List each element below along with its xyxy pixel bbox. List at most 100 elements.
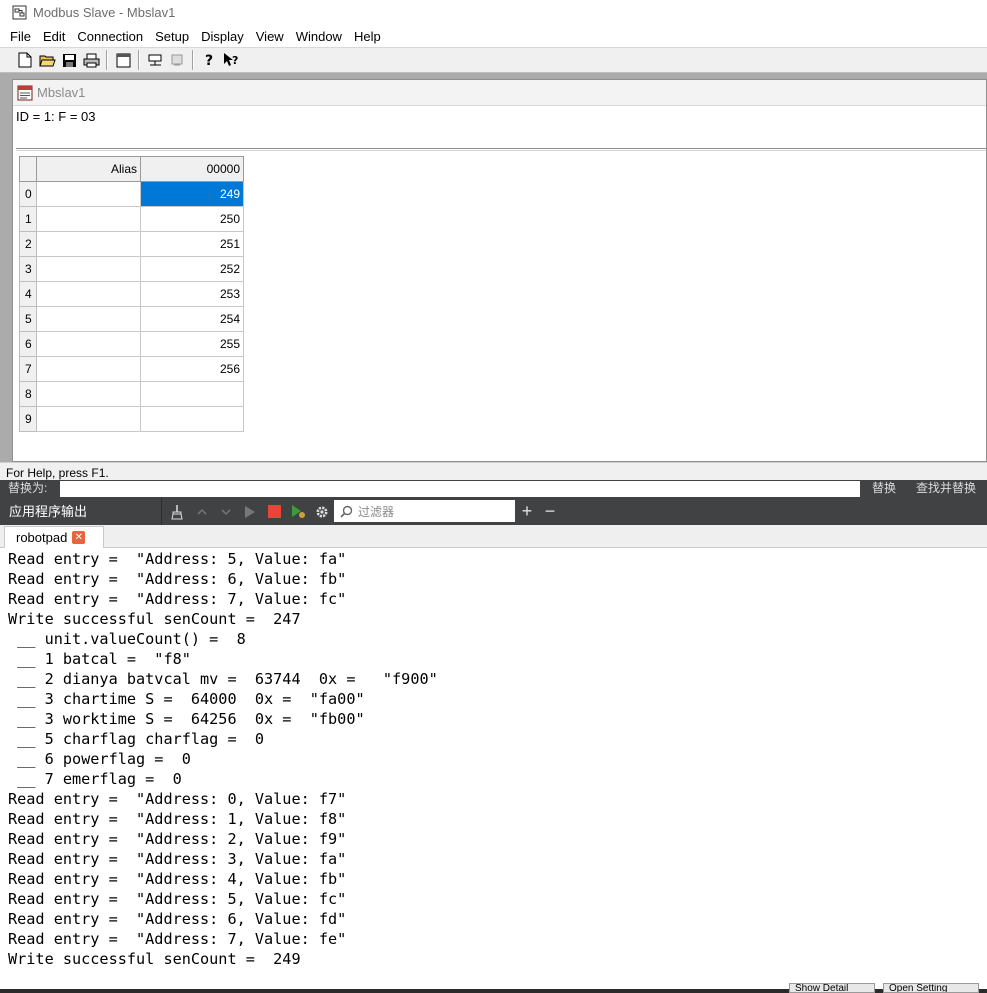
output-line: Read entry = "Address: 6, Value: fd" — [8, 910, 347, 928]
grid-corner[interactable] — [19, 156, 37, 182]
row-header[interactable]: 1 — [19, 206, 37, 232]
attach-debugger-button[interactable] — [286, 500, 310, 524]
output-line: Read entry = "Address: 5, Value: fc" — [8, 890, 347, 908]
print-button[interactable] — [80, 49, 102, 71]
table-row: 8 — [19, 381, 244, 407]
find-and-replace-button[interactable]: 查找并替换 — [916, 480, 976, 496]
address-column-header[interactable]: 00000 — [140, 156, 244, 182]
output-line: Write successful senCount = 247 — [8, 610, 301, 628]
previous-item-button[interactable] — [190, 500, 214, 524]
question-mark-icon: ? — [205, 53, 213, 68]
app-icon — [12, 5, 27, 20]
replace-with-label: 替换为: — [8, 481, 48, 495]
child-title-bar: Mbslav1 — [13, 80, 986, 106]
row-header[interactable]: 4 — [19, 281, 37, 307]
tab-robotpad[interactable]: robotpad ✕ — [4, 526, 104, 548]
output-pane-title: 应用程序输出 — [0, 498, 162, 525]
output-line: Write successful senCount = 249 — [8, 950, 301, 968]
close-icon[interactable]: ✕ — [72, 531, 86, 544]
output-line: Read entry = "Address: 6, Value: fb" — [8, 570, 347, 588]
new-button[interactable] — [14, 49, 36, 71]
mdi-area: Mbslav1 ID = 1: F = 03 Alias 00000 0 249… — [0, 73, 987, 462]
context-help-button[interactable]: ? — [220, 49, 242, 71]
alias-cell[interactable] — [36, 306, 141, 332]
row-header[interactable]: 8 — [19, 381, 37, 407]
alias-cell[interactable] — [36, 181, 141, 207]
value-cell[interactable] — [140, 381, 244, 407]
next-item-button[interactable] — [214, 500, 238, 524]
value-cell[interactable] — [140, 406, 244, 432]
bottom-strip: Show Detail Open Setting — [0, 980, 987, 993]
row-header[interactable]: 5 — [19, 306, 37, 332]
save-button[interactable] — [58, 49, 80, 71]
chevron-up-icon — [197, 508, 207, 515]
table-row: 0 249 — [19, 181, 244, 207]
output-pane-toolbar: 应用程序输出 过滤器 + − — [0, 498, 987, 525]
splitter[interactable] — [16, 148, 986, 151]
toolbar-separator — [192, 50, 194, 70]
settings-button[interactable] — [310, 500, 334, 524]
alias-cell[interactable] — [36, 331, 141, 357]
value-cell[interactable]: 253 — [140, 281, 244, 307]
alias-cell[interactable] — [36, 381, 141, 407]
row-header[interactable]: 3 — [19, 256, 37, 282]
filter-input[interactable]: 过滤器 — [334, 500, 515, 522]
output-line: Read entry = "Address: 7, Value: fc" — [8, 590, 347, 608]
replace-input[interactable] — [60, 481, 860, 497]
stop-button[interactable] — [262, 500, 286, 524]
alias-cell[interactable] — [36, 231, 141, 257]
search-icon — [340, 505, 353, 518]
menu-bar: File Edit Connection Setup Display View … — [0, 25, 987, 47]
value-cell[interactable]: 250 — [140, 206, 244, 232]
window-button[interactable] — [112, 49, 134, 71]
value-cell[interactable]: 252 — [140, 256, 244, 282]
help-button[interactable]: ? — [198, 49, 220, 71]
menu-setup[interactable]: Setup — [149, 29, 195, 44]
open-setting-button[interactable]: Open Setting — [883, 983, 979, 993]
output-line: __ 2 dianya batvcal mv = 63744 0x = "f90… — [8, 670, 438, 688]
menu-file[interactable]: File — [0, 29, 37, 44]
value-cell[interactable]: 256 — [140, 356, 244, 382]
menu-edit[interactable]: Edit — [37, 29, 71, 44]
menu-view[interactable]: View — [250, 29, 290, 44]
plus-icon: + — [521, 500, 533, 521]
table-row: 4 253 — [19, 281, 244, 307]
value-cell[interactable]: 254 — [140, 306, 244, 332]
replace-button[interactable]: 替换 — [872, 480, 896, 496]
alias-cell[interactable] — [36, 281, 141, 307]
row-header[interactable]: 6 — [19, 331, 37, 357]
value-cell[interactable]: 249 — [140, 181, 244, 207]
alias-cell[interactable] — [36, 356, 141, 382]
rerun-button[interactable] — [238, 500, 262, 524]
zoom-out-button[interactable]: − — [541, 500, 559, 522]
alias-cell[interactable] — [36, 206, 141, 232]
table-row: 5 254 — [19, 306, 244, 332]
row-header[interactable]: 9 — [19, 406, 37, 432]
minus-icon: − — [544, 500, 556, 521]
value-cell[interactable]: 255 — [140, 331, 244, 357]
disconnect-button[interactable] — [166, 49, 188, 71]
slave-id-function-label: ID = 1: F = 03 — [16, 109, 96, 124]
alias-cell[interactable] — [36, 406, 141, 432]
menu-window[interactable]: Window — [290, 29, 348, 44]
grid-header-row: Alias 00000 — [19, 156, 244, 182]
clean-output-button[interactable] — [166, 500, 190, 524]
table-row: 6 255 — [19, 331, 244, 357]
gear-icon — [316, 506, 328, 517]
value-cell[interactable]: 251 — [140, 231, 244, 257]
table-row: 9 — [19, 406, 244, 432]
show-detail-button[interactable]: Show Detail — [789, 983, 875, 993]
menu-help[interactable]: Help — [348, 29, 387, 44]
row-header[interactable]: 7 — [19, 356, 37, 382]
alias-column-header[interactable]: Alias — [36, 156, 141, 182]
menu-display[interactable]: Display — [195, 29, 250, 44]
zoom-in-button[interactable]: + — [518, 500, 536, 522]
connect-button[interactable] — [144, 49, 166, 71]
row-header[interactable]: 0 — [19, 181, 37, 207]
toolbar-separator — [138, 50, 140, 70]
output-line: Read entry = "Address: 1, Value: f8" — [8, 810, 347, 828]
row-header[interactable]: 2 — [19, 231, 37, 257]
open-button[interactable] — [36, 49, 58, 71]
alias-cell[interactable] — [36, 256, 141, 282]
menu-connection[interactable]: Connection — [71, 29, 149, 44]
